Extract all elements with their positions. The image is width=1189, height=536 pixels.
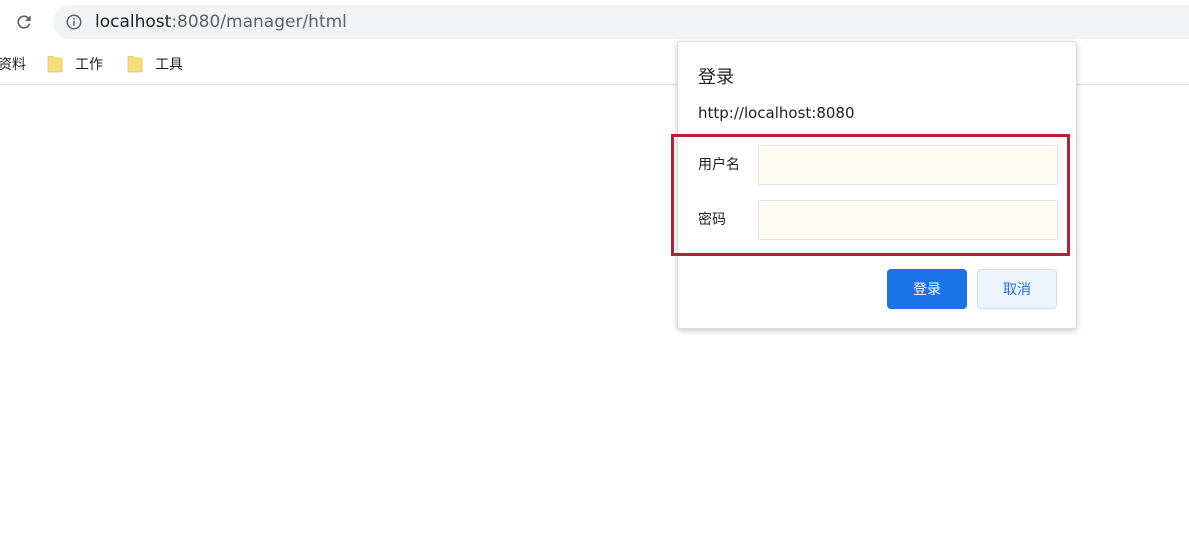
cancel-button[interactable]: 取消 xyxy=(977,269,1057,309)
folder-icon xyxy=(47,56,63,73)
url-host: localhost xyxy=(95,12,172,32)
login-button[interactable]: 登录 xyxy=(887,269,967,309)
password-input[interactable] xyxy=(758,200,1058,240)
username-input[interactable] xyxy=(758,145,1058,185)
bookmark-folder-gongju[interactable]: 工具 xyxy=(127,53,183,75)
bookmark-label: 工作 xyxy=(75,57,103,73)
bookmark-label: 资料 xyxy=(0,57,26,73)
login-dialog: 登录 http://localhost:8080 用户名 密码 登录 取消 xyxy=(671,41,1077,329)
folder-icon xyxy=(127,56,143,73)
info-icon[interactable] xyxy=(65,13,83,31)
url-text[interactable]: localhost:8080/manager/html xyxy=(95,12,347,32)
bookmark-label: 工具 xyxy=(155,57,183,73)
username-label: 用户名 xyxy=(698,157,740,173)
dialog-title: 登录 xyxy=(698,67,734,88)
bookmark-folder-gongzuo[interactable]: 工作 xyxy=(47,53,103,75)
reload-button[interactable] xyxy=(12,10,36,34)
password-label: 密码 xyxy=(698,212,726,228)
reload-icon xyxy=(17,15,31,29)
address-bar[interactable]: localhost:8080/manager/html xyxy=(53,5,1189,39)
url-path: :8080/manager/html xyxy=(171,12,347,32)
browser-toolbar: localhost:8080/manager/html xyxy=(0,0,1189,44)
bookmark-item-ziliao[interactable]: 资料 xyxy=(0,53,26,75)
dialog-origin: http://localhost:8080 xyxy=(698,104,855,122)
